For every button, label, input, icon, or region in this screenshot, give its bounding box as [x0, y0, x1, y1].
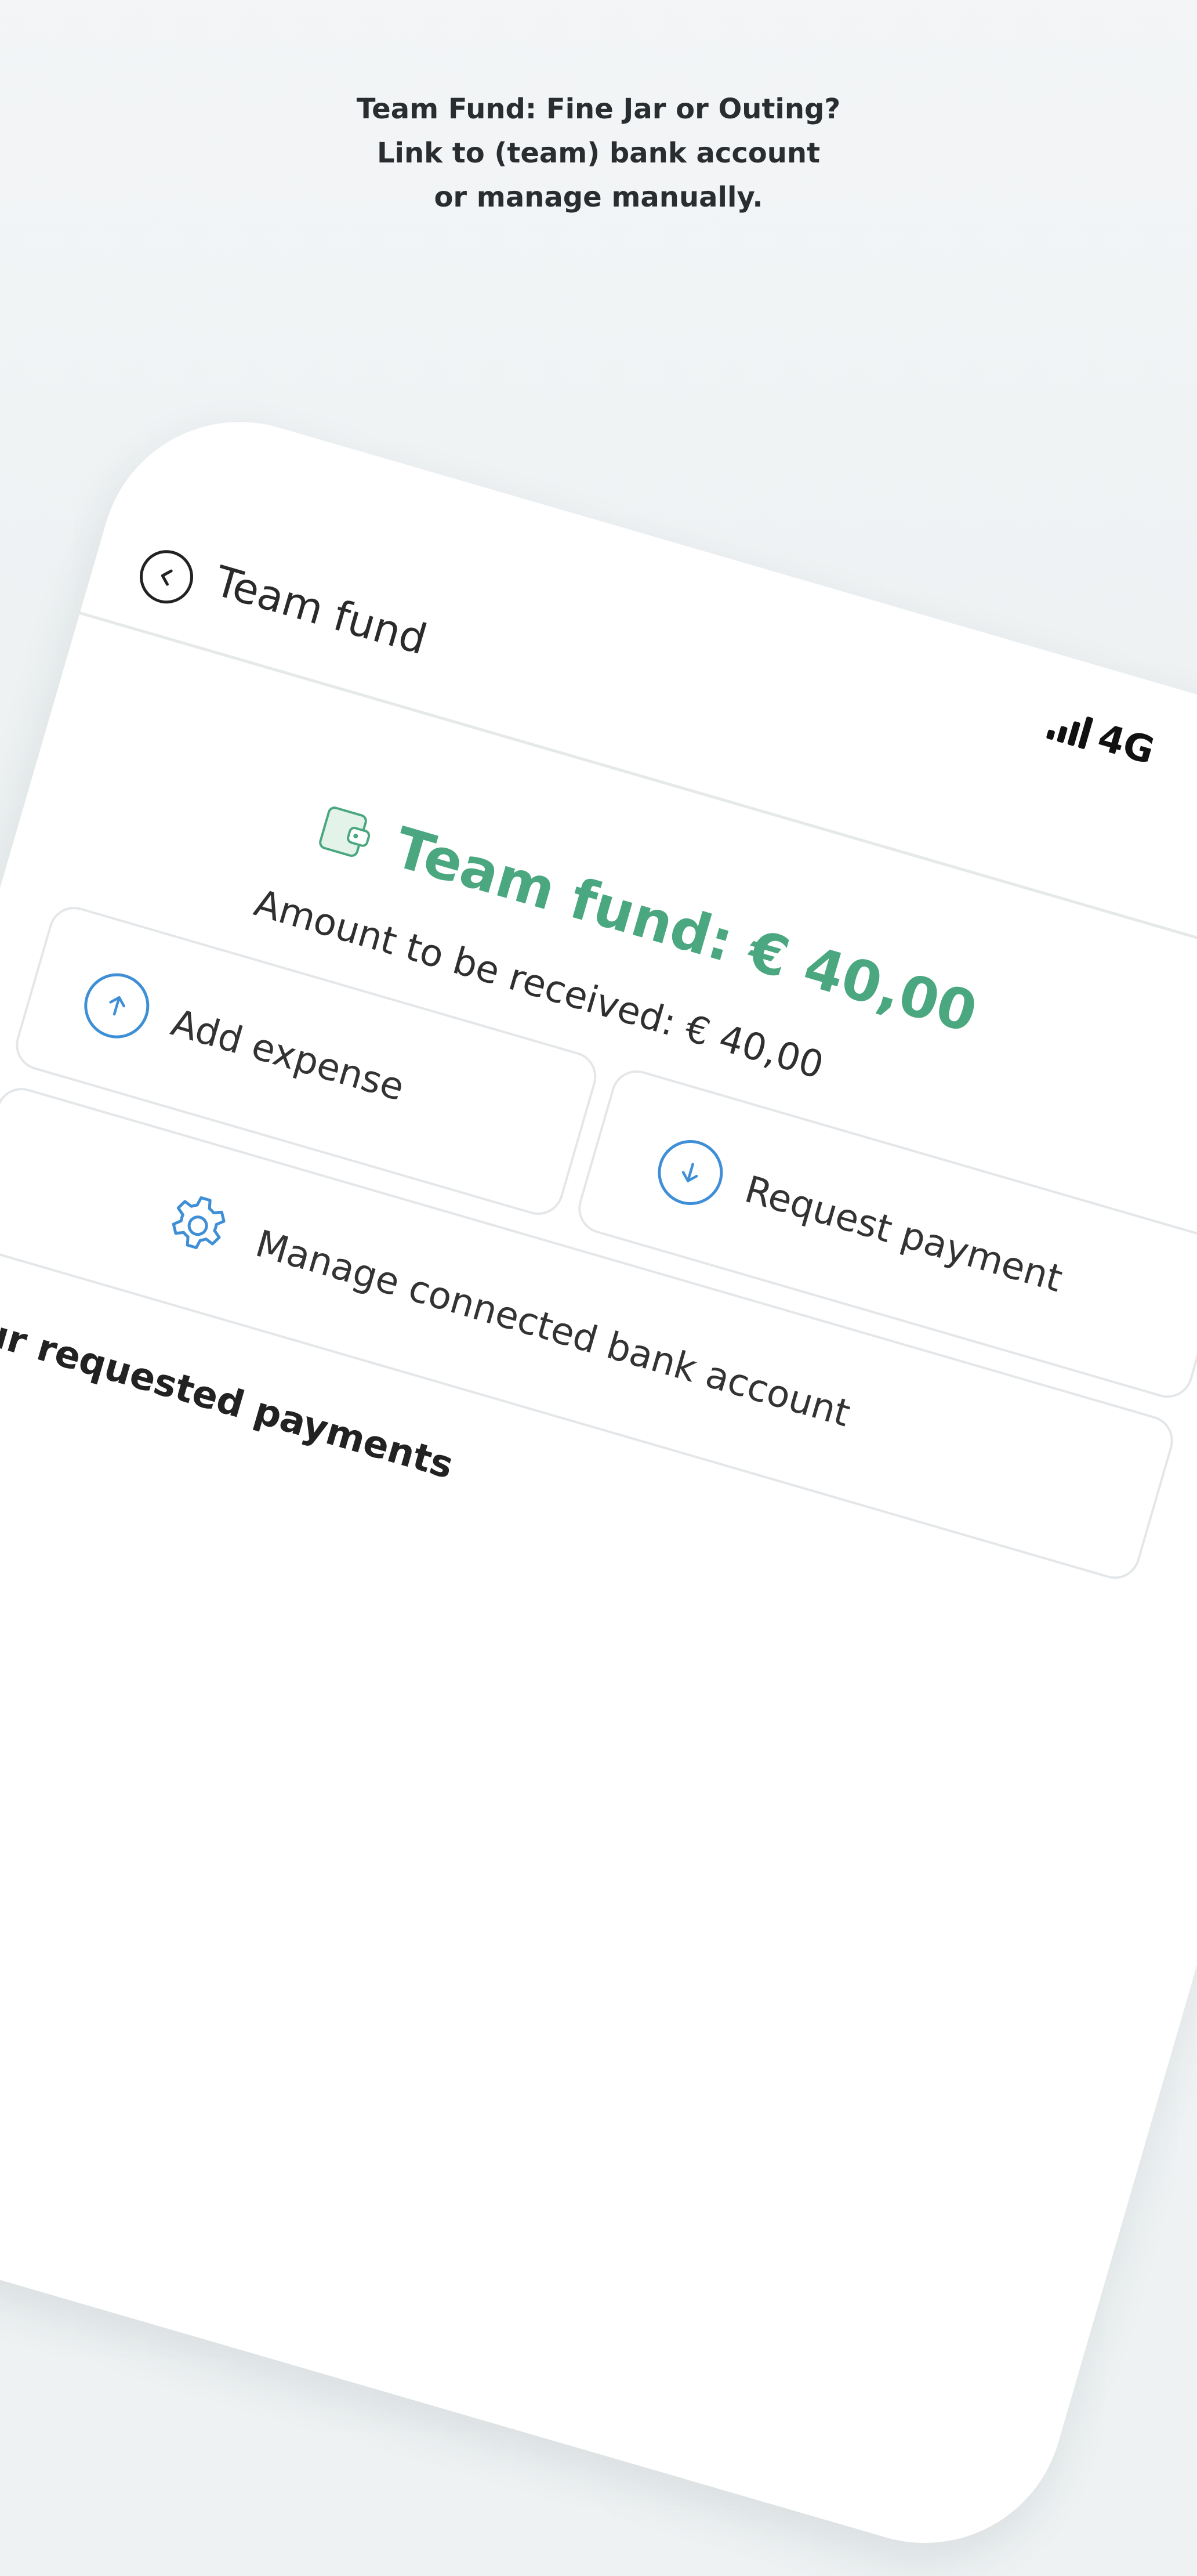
chevron-left-icon	[161, 569, 173, 586]
promo-line-2: Link to (team) bank account	[376, 137, 821, 169]
promo-headline: Team Fund: Fine Jar or Outing? Link to (…	[0, 87, 1197, 219]
promo-line-3: or manage manually.	[434, 181, 763, 214]
arrow-down-circle-icon	[650, 1132, 731, 1213]
page-title: Team fund	[209, 556, 433, 664]
add-expense-label: Add expense	[166, 1001, 409, 1110]
back-button[interactable]	[133, 544, 200, 610]
promo-line-1: Team Fund: Fine Jar or Outing?	[356, 93, 841, 125]
gear-icon	[172, 1196, 226, 1249]
phone-screen: 4G Team fund Team fund: € 40,00 Amount t…	[0, 389, 1197, 2576]
nav-bar: Team fund	[103, 389, 1197, 938]
request-payment-label: Request payment	[740, 1168, 1067, 1301]
wallet-icon	[319, 806, 371, 857]
arrow-up-circle-icon	[76, 965, 157, 1047]
